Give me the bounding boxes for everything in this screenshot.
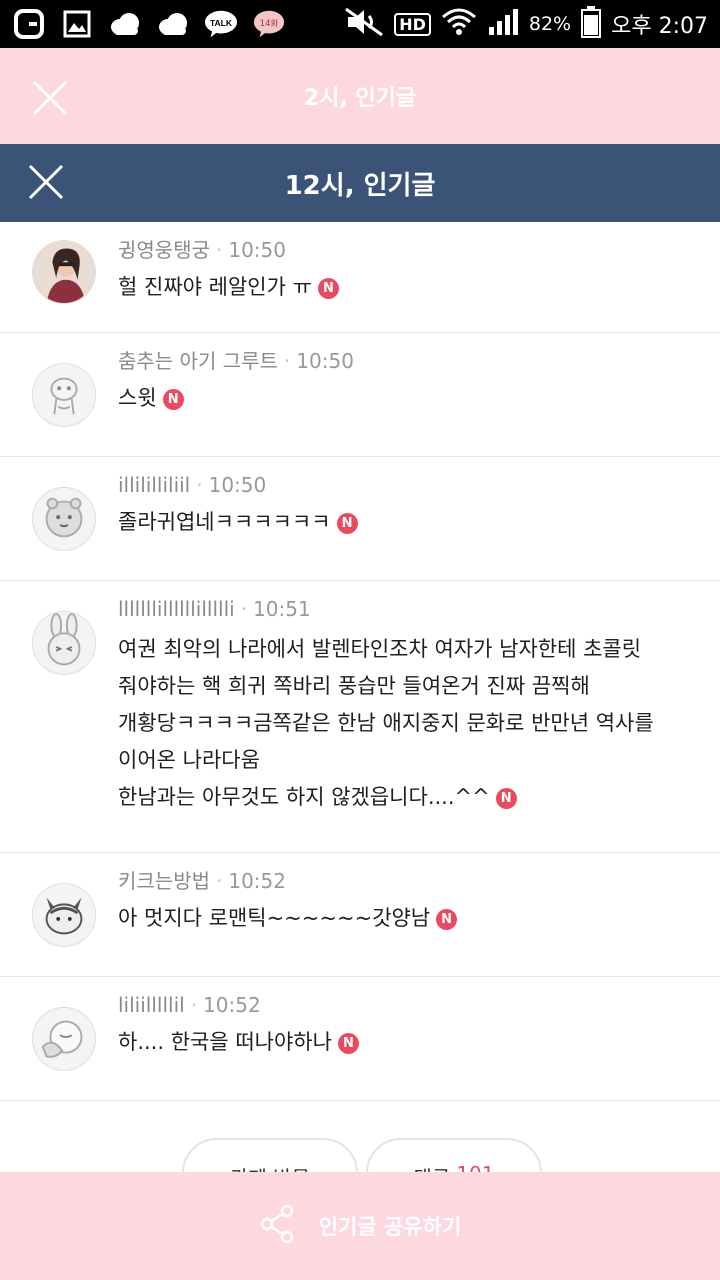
new-badge-icon: N bbox=[317, 278, 339, 299]
new-badge-icon: N bbox=[436, 909, 458, 930]
avatar[interactable] bbox=[32, 363, 96, 427]
comment-author[interactable]: 키크는방법 bbox=[118, 869, 210, 893]
share-bar[interactable]: 인기글 공유하기 bbox=[0, 1172, 720, 1280]
comment-meta: 춤추는 아기 그루트 · 10:50 bbox=[118, 347, 696, 375]
comment-text: 스윗 bbox=[118, 386, 157, 410]
app-g-icon bbox=[12, 9, 46, 39]
close-icon[interactable] bbox=[26, 162, 66, 202]
comment-meta: lllllllillllllillllli · 10:51 bbox=[118, 595, 696, 623]
comment-meta: 귕영웅탱궁 · 10:50 bbox=[118, 236, 696, 264]
comment-author[interactable]: lllllllillllllillllli bbox=[118, 597, 235, 621]
gallery-icon bbox=[60, 9, 94, 39]
comment-time: 10:52 bbox=[228, 869, 286, 893]
meta-separator-icon: · bbox=[190, 993, 198, 1017]
comment-time: 10:50 bbox=[296, 349, 354, 373]
comment-time: 10:52 bbox=[203, 993, 261, 1017]
comment-time: 10:50 bbox=[228, 238, 286, 262]
top-banner-title: 2시, 인기글 bbox=[303, 86, 417, 111]
avatar[interactable] bbox=[32, 1007, 96, 1071]
meta-separator-icon: · bbox=[283, 349, 291, 373]
avatar[interactable] bbox=[32, 487, 96, 551]
avatar[interactable] bbox=[32, 240, 96, 304]
comment-body: 스윗 N bbox=[118, 383, 696, 414]
meta-separator-icon: · bbox=[196, 473, 203, 497]
hd-badge: HD bbox=[394, 12, 431, 36]
calendar-badge-text: 14화 bbox=[260, 19, 279, 29]
comment-meta: liliilllllil · 10:52 bbox=[118, 991, 696, 1019]
meta-separator-icon: · bbox=[240, 597, 248, 621]
comment-meta: illililliliil · 10:50 bbox=[118, 471, 696, 499]
cloud-icon-2 bbox=[156, 9, 190, 39]
comment-body: 헐 진짜야 레알인가 ㅠN bbox=[118, 272, 696, 303]
comment-item: illililliliil · 10:50 졸라귀엽네ㅋㅋㅋㅋㅋㅋ N bbox=[0, 457, 720, 581]
kakaotalk-icon: TALK bbox=[204, 9, 238, 39]
talk-badge-text: TALK bbox=[210, 18, 233, 28]
new-badge-icon: N bbox=[495, 788, 517, 809]
comment-time: 10:51 bbox=[253, 597, 311, 621]
share-icon bbox=[259, 1204, 295, 1248]
close-icon[interactable] bbox=[30, 78, 70, 118]
battery-icon bbox=[581, 5, 602, 43]
comment-item: 키크는방법 · 10:52 아 멋지다 로맨틱~~~~~~갓양남 N bbox=[0, 853, 720, 977]
clock: 오후 2:07 bbox=[611, 14, 708, 39]
comment-item: liliilllllil · 10:52 하.... 한국을 떠나야하나 N bbox=[0, 977, 720, 1101]
meta-separator-icon: · bbox=[216, 869, 223, 893]
wifi-icon bbox=[441, 7, 477, 42]
cloud-icon bbox=[108, 9, 142, 39]
top-banner: 2시, 인기글 bbox=[0, 48, 720, 144]
battery-percent: 82% bbox=[528, 13, 572, 35]
comment-author[interactable]: illililliliil bbox=[118, 473, 190, 497]
comment-author[interactable]: 춤추는 아기 그루트 bbox=[118, 349, 278, 373]
comment-text: 여권 최악의 나라에서 발렌타인조차 여자가 남자한테 초콜릿 줘야하는 핵 희… bbox=[118, 637, 654, 809]
comment-time: 10:50 bbox=[208, 473, 267, 497]
comment-item: 귕영웅탱궁 · 10:50 헐 진짜야 레알인가 ㅠN bbox=[0, 222, 720, 333]
comment-body: 여권 최악의 나라에서 발렌타인조차 여자가 남자한테 초콜릿 줘야하는 핵 희… bbox=[118, 631, 696, 816]
calendar-badge-icon: 14화 bbox=[252, 9, 286, 39]
comment-item: lllllllillllllillllli · 10:51 여권 최악의 나라에서 … bbox=[0, 581, 720, 853]
new-badge-icon: N bbox=[162, 389, 184, 410]
comment-list: 귕영웅탱궁 · 10:50 헐 진짜야 레알인가 ㅠN 춤추는 아기 그루트 · 10:… bbox=[0, 222, 720, 1101]
meta-separator-icon: · bbox=[216, 238, 223, 262]
comment-text: 하.... 한국을 떠나야하나 bbox=[118, 1030, 332, 1054]
new-badge-icon: N bbox=[336, 513, 358, 534]
comment-text: 아 멋지다 로맨틱~~~~~~갓양남 bbox=[118, 906, 431, 930]
avatar[interactable] bbox=[32, 611, 96, 675]
comment-author[interactable]: liliilllllil bbox=[118, 993, 185, 1017]
status-bar: TALK 14화 HD 82% 오후 2:07 bbox=[0, 0, 720, 48]
share-label: 인기글 공유하기 bbox=[318, 1215, 462, 1239]
comment-body: 하.... 한국을 떠나야하나 N bbox=[118, 1027, 696, 1058]
mute-icon bbox=[344, 7, 384, 42]
comment-text: 졸라귀엽네ㅋㅋㅋㅋㅋㅋ bbox=[118, 510, 331, 534]
new-badge-icon: N bbox=[337, 1033, 359, 1054]
avatar[interactable] bbox=[32, 883, 96, 947]
page-header: 12시, 인기글 bbox=[0, 144, 720, 222]
comment-item: 춤추는 아기 그루트 · 10:50 스윗 N bbox=[0, 333, 720, 457]
signal-icon bbox=[487, 7, 519, 42]
comment-body: 졸라귀엽네ㅋㅋㅋㅋㅋㅋ N bbox=[118, 507, 696, 538]
comment-text: 헐 진짜야 레알인가 ㅠ bbox=[118, 275, 312, 299]
comment-body: 아 멋지다 로맨틱~~~~~~갓양남 N bbox=[118, 903, 696, 934]
page-title: 12시, 인기글 bbox=[284, 170, 436, 201]
comment-meta: 키크는방법 · 10:52 bbox=[118, 867, 696, 895]
comment-author[interactable]: 귕영웅탱궁 bbox=[118, 238, 210, 262]
